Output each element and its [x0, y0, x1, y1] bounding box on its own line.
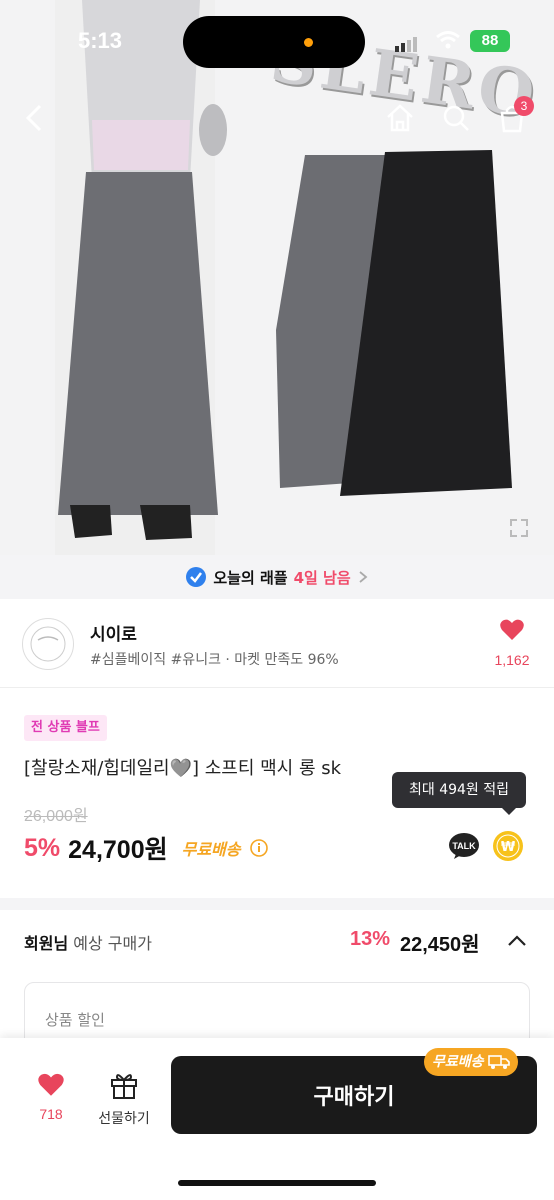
truck-icon: [487, 1055, 510, 1069]
signal-icon: [395, 37, 417, 52]
status-time: 5:13: [78, 28, 123, 53]
product-image[interactable]: SLERO: [0, 0, 554, 555]
raffle-text: 오늘의 래플: [213, 568, 288, 587]
point-button[interactable]: ₩: [492, 830, 524, 866]
free-shipping-label: 무료배송: [181, 840, 241, 859]
section-divider: [0, 898, 554, 910]
shop-like-button[interactable]: 1,162: [492, 618, 532, 668]
original-price: 26,000원: [24, 808, 88, 825]
heart-icon: [500, 619, 524, 640]
heart-icon: [38, 1073, 64, 1096]
like-count: 718: [39, 1106, 63, 1122]
chevron-left-icon: [25, 104, 42, 132]
shop-row[interactable]: 시이로 #심플베이직 #유니크 · 마켓 만족도 96% 1,162: [0, 600, 554, 688]
discount-rate: 5%: [24, 833, 61, 862]
member-price-label: 회원님 예상 구매가: [24, 934, 152, 953]
back-button[interactable]: [12, 96, 56, 140]
search-button[interactable]: [434, 96, 478, 140]
dynamic-island: [183, 16, 365, 68]
price-row: 5% 24,700원 무료배송: [24, 830, 269, 866]
expand-icon[interactable]: [508, 517, 530, 543]
home-indicator: [178, 1180, 376, 1186]
raffle-remaining: 4일 남음: [293, 568, 351, 587]
talk-icon: TALK: [449, 833, 479, 859]
discount-box-label: 상품 할인: [45, 1011, 105, 1029]
free-shipping-chip: 무료배송: [424, 1048, 518, 1076]
home-button[interactable]: [378, 96, 422, 140]
top-nav: 3: [0, 96, 554, 140]
verified-check-icon: [186, 567, 207, 587]
kakao-talk-button[interactable]: TALK: [448, 832, 480, 864]
shop-tags: #심플베이직 #유니크 · 마켓 만족도 96%: [90, 652, 339, 668]
shop-name[interactable]: 시이로: [90, 620, 137, 645]
gift-icon: [111, 1074, 137, 1099]
cart-count-badge: 3: [514, 96, 534, 116]
product-title: [찰랑소재/힙데일리🩶] 소프티 맥시 롱 sk: [24, 758, 342, 779]
like-button[interactable]: 718: [30, 1072, 72, 1122]
member-price: 22,450원: [400, 934, 480, 956]
bottom-action-bar: 718 선물하기 구매하기 무료배송: [0, 1038, 554, 1200]
point-tooltip: 최대 494원 적립: [392, 772, 526, 815]
chevron-right-icon: [359, 571, 368, 583]
gift-button[interactable]: 선물하기: [92, 1070, 156, 1128]
shop-like-count: 1,162: [494, 652, 530, 668]
shop-logo[interactable]: [22, 618, 74, 670]
svg-text:TALK: TALK: [452, 841, 476, 851]
member-price-row[interactable]: 회원님 예상 구매가 13% 22,450원: [0, 922, 554, 962]
status-bar: 5:13 88: [0, 0, 554, 80]
home-icon: [387, 104, 413, 132]
sale-badge: 전 상품 블프: [24, 715, 107, 741]
info-icon[interactable]: [249, 838, 269, 858]
svg-text:₩: ₩: [501, 840, 516, 855]
won-coin-icon: ₩: [493, 831, 523, 861]
member-discount-rate: 13%: [350, 928, 391, 950]
search-icon: [443, 105, 469, 131]
chevron-up-icon[interactable]: [506, 930, 528, 952]
battery-indicator: 88: [470, 30, 510, 52]
gift-label: 선물하기: [98, 1111, 150, 1127]
wifi-icon: [436, 31, 460, 49]
raffle-banner[interactable]: 오늘의 래플 4일 남음: [0, 555, 554, 599]
cart-button[interactable]: 3: [490, 96, 534, 140]
sale-price: 24,700원: [68, 836, 168, 864]
